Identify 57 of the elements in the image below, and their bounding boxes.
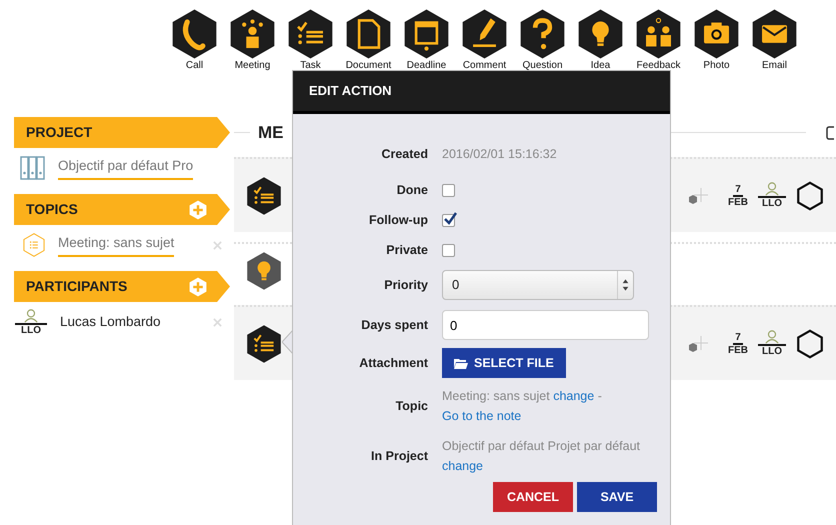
field-label: Follow-up	[368, 212, 428, 229]
participant-name: Lucas Lombardo	[60, 312, 161, 331]
checklist-icon	[244, 174, 284, 216]
field-label: Created	[380, 146, 428, 163]
select-file-button[interactable]: SELECT FILE	[442, 348, 566, 378]
add-icon[interactable]	[688, 334, 708, 354]
checkbox[interactable]	[442, 244, 455, 256]
section-title: TOPICS	[26, 200, 78, 219]
toolbar-button[interactable]: Email	[748, 8, 801, 75]
topic-link[interactable]: Meeting: sans sujet	[58, 232, 174, 258]
days-spent-field[interactable]: 0	[442, 310, 649, 340]
field-label: In Project	[370, 448, 428, 465]
bulb-icon	[244, 250, 284, 292]
link[interactable]: Go to the note	[442, 409, 522, 423]
person-icon	[758, 330, 786, 346]
priority-select[interactable]: 0	[442, 270, 634, 300]
add-icon[interactable]	[188, 276, 208, 296]
link[interactable]: change	[442, 459, 484, 473]
due-day: 7	[733, 184, 743, 196]
initials: LLO	[762, 198, 782, 209]
folder-icon	[454, 358, 468, 368]
initials: LLO	[21, 324, 41, 336]
page-heading: ME	[258, 122, 284, 144]
field-label: Priority	[383, 276, 428, 294]
cancel-button[interactable]: CANCEL	[493, 482, 573, 512]
add-icon[interactable]	[688, 186, 708, 206]
checkbox[interactable]	[442, 184, 455, 196]
dialog-title: EDIT ACTION	[293, 71, 670, 114]
field-value: Objectif par défaut Projet par défaut change	[442, 438, 642, 475]
project-link[interactable]: Objectif par défaut Pro	[58, 156, 194, 180]
list-icon	[22, 232, 46, 258]
section-title: PARTICIPANTS	[26, 277, 128, 296]
hexagon-icon[interactable]	[796, 328, 824, 358]
field-label: Days spent	[360, 316, 428, 334]
binder-icon	[20, 156, 46, 180]
toolbar-button[interactable]: Meeting	[226, 8, 279, 75]
due-day: 7	[733, 332, 743, 344]
field-label: Done	[396, 182, 428, 199]
created-value: 2016/02/01 15:16:32	[442, 146, 557, 163]
due-month: FEB	[728, 196, 748, 208]
hexagon-icon[interactable]	[796, 180, 824, 210]
add-icon[interactable]	[188, 200, 208, 220]
section-title: PROJECT	[26, 123, 92, 142]
person-icon	[758, 182, 786, 198]
checklist-icon	[244, 322, 284, 364]
field-value: Meeting: sans sujet change - Go to the note	[442, 388, 603, 425]
initials: LLO	[762, 346, 782, 357]
person-icon	[15, 308, 47, 324]
toolbar-button[interactable]: Call	[168, 8, 221, 75]
field-label: Attachment	[358, 354, 428, 372]
field-label: Private	[385, 242, 428, 259]
save-button[interactable]: SAVE	[577, 482, 657, 512]
toolbar-button[interactable]: Photo	[690, 8, 743, 75]
due-month: FEB	[728, 344, 748, 356]
checkbox[interactable]	[442, 214, 455, 226]
field-label: Topic	[394, 398, 428, 415]
link[interactable]: change	[553, 389, 594, 403]
